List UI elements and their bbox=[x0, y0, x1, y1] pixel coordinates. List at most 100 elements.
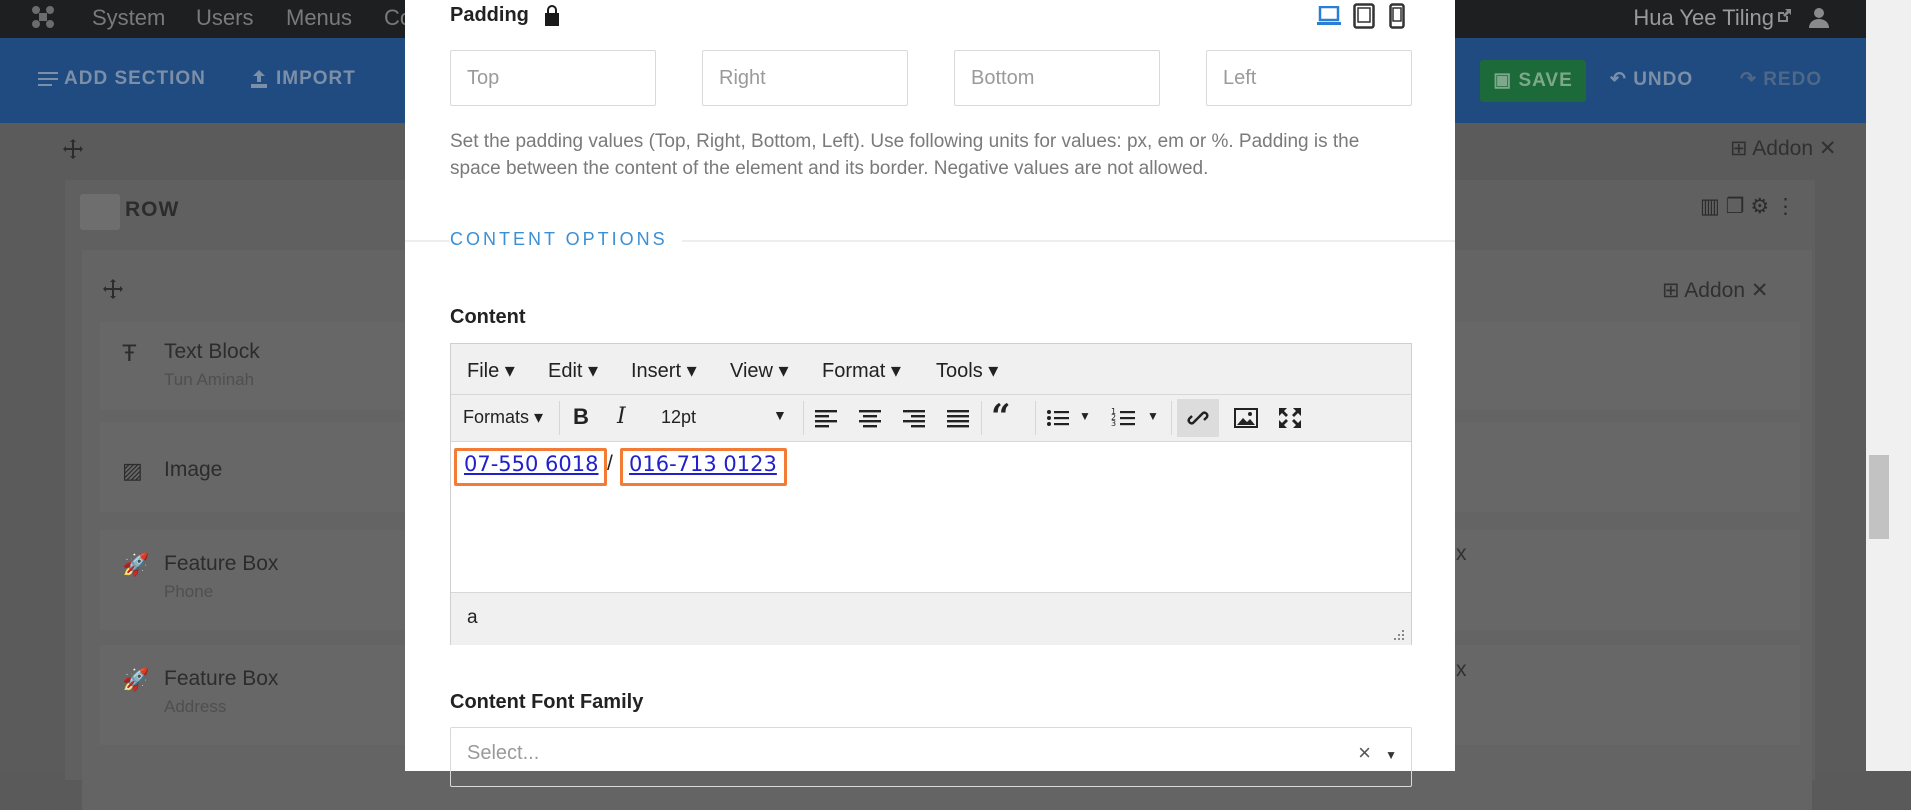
mobile-device-icon[interactable] bbox=[1389, 3, 1405, 29]
editor-toolbar: Formats ▾ B I 12pt ▼ “ ▼ 123 ▼ bbox=[451, 395, 1411, 442]
font-family-select[interactable]: Select... × ▼ bbox=[450, 727, 1412, 787]
section-addon-label: Addon bbox=[1752, 137, 1814, 160]
phone-separator: / bbox=[607, 452, 613, 475]
padding-label: Padding bbox=[450, 4, 529, 26]
menu-format[interactable]: Format ▾ bbox=[822, 358, 901, 383]
rocket-icon: 🚀 bbox=[122, 552, 150, 577]
section-addon-link[interactable]: ⊞ Addon ✕ bbox=[1730, 136, 1836, 161]
font-family-label: Content Font Family bbox=[450, 691, 644, 713]
formats-label: Formats bbox=[463, 407, 530, 427]
addon-subtitle: Tun Aminah bbox=[164, 370, 255, 389]
column-move-icon[interactable] bbox=[102, 278, 124, 300]
padding-left-input[interactable]: Left bbox=[1206, 50, 1412, 106]
svg-text:3: 3 bbox=[1111, 419, 1116, 428]
close-mark: x bbox=[1456, 542, 1467, 565]
align-left-icon[interactable] bbox=[813, 403, 839, 433]
undo-label: UNDO bbox=[1633, 69, 1694, 90]
row-actions-icons[interactable]: ▥ ❐ ⚙ ⋮ bbox=[1700, 194, 1796, 219]
redo-label: REDO bbox=[1763, 69, 1823, 90]
align-justify-icon[interactable] bbox=[945, 403, 971, 433]
phone-link-1[interactable]: 07-550 6018 bbox=[464, 452, 599, 476]
redo-button[interactable]: ↷ REDO bbox=[1740, 68, 1822, 91]
bold-icon[interactable]: B bbox=[573, 404, 589, 430]
toolbar-separator bbox=[1035, 401, 1036, 435]
row-move-handle[interactable] bbox=[80, 194, 120, 230]
fullscreen-icon[interactable] bbox=[1277, 403, 1303, 433]
bullet-list-icon[interactable] bbox=[1045, 403, 1071, 433]
import-button[interactable]: IMPORT bbox=[276, 68, 356, 90]
menu-tools[interactable]: Tools ▾ bbox=[936, 358, 998, 383]
page-scrollbar[interactable] bbox=[1866, 0, 1911, 771]
image-icon: ▨ bbox=[122, 458, 143, 483]
page-scrollbar-thumb[interactable] bbox=[1869, 455, 1889, 539]
menu-insert-label: Insert bbox=[631, 360, 682, 382]
toolbar-separator bbox=[1171, 401, 1172, 435]
padding-help-text: Set the padding values (Top, Right, Bott… bbox=[450, 131, 1360, 179]
align-center-icon[interactable] bbox=[857, 403, 883, 433]
text-block-icon: Ŧ bbox=[122, 340, 137, 367]
save-label: SAVE bbox=[1518, 70, 1573, 91]
menu-file-label: File bbox=[467, 360, 500, 382]
nav-users[interactable]: Users bbox=[196, 5, 253, 31]
align-right-icon[interactable] bbox=[901, 403, 927, 433]
italic-icon[interactable]: I bbox=[617, 404, 626, 429]
menu-format-label: Format bbox=[822, 360, 886, 382]
nav-system[interactable]: System bbox=[92, 5, 165, 31]
menu-edit-label: Edit bbox=[548, 360, 583, 382]
menu-view-label: View bbox=[730, 360, 773, 382]
formats-dropdown[interactable]: Formats ▾ bbox=[463, 407, 543, 428]
rich-text-editor: File ▾ Edit ▾ Insert ▾ View ▾ Format ▾ T… bbox=[450, 343, 1412, 645]
font-size-select[interactable]: 12pt bbox=[661, 407, 696, 428]
font-size-chevron-icon[interactable]: ▼ bbox=[773, 407, 787, 423]
addon-title: Feature Box bbox=[164, 552, 279, 575]
column-addon-link[interactable]: ⊞ Addon ✕ bbox=[1662, 278, 1768, 303]
save-icon: ▣ bbox=[1493, 70, 1519, 91]
addon-subtitle: Phone bbox=[164, 582, 214, 601]
add-section-button[interactable]: ADD SECTION bbox=[64, 68, 206, 90]
toolbar-separator bbox=[803, 401, 804, 435]
content-label: Content bbox=[450, 306, 526, 328]
addon-subtitle: Address bbox=[164, 697, 227, 716]
upload-icon bbox=[251, 70, 267, 88]
undo-button[interactable]: ↶ UNDO bbox=[1610, 68, 1693, 91]
content-options-heading: CONTENT OPTIONS bbox=[450, 229, 682, 250]
menu-view[interactable]: View ▾ bbox=[730, 358, 789, 383]
element-path[interactable]: a bbox=[467, 607, 478, 629]
font-family-placeholder: Select... bbox=[467, 742, 540, 764]
link-icon bbox=[1187, 411, 1209, 425]
menu-file[interactable]: File ▾ bbox=[467, 358, 515, 383]
joomla-logo-icon[interactable] bbox=[28, 2, 58, 32]
chevron-down-icon[interactable]: ▼ bbox=[1385, 748, 1397, 762]
menu-insert[interactable]: Insert ▾ bbox=[631, 358, 697, 383]
save-button[interactable]: ▣ SAVE bbox=[1480, 60, 1586, 102]
resize-handle-icon[interactable] bbox=[1393, 629, 1405, 641]
tablet-device-icon[interactable] bbox=[1353, 3, 1375, 29]
move-icon[interactable] bbox=[62, 138, 84, 160]
editor-content-area[interactable]: 07-550 6018 / 016-713 0123 bbox=[451, 442, 1411, 592]
padding-bottom-input[interactable]: Bottom bbox=[954, 50, 1160, 106]
clear-icon[interactable]: × bbox=[1358, 740, 1371, 766]
image-insert-icon[interactable] bbox=[1233, 403, 1259, 433]
column-addon-label: Addon bbox=[1684, 279, 1746, 302]
close-mark: x bbox=[1456, 658, 1467, 681]
padding-top-input[interactable]: Top bbox=[450, 50, 656, 106]
numbered-list-icon[interactable]: 123 bbox=[1111, 403, 1137, 433]
lock-icon[interactable] bbox=[543, 4, 561, 26]
bullet-list-chevron-icon[interactable]: ▼ bbox=[1079, 409, 1091, 423]
user-icon[interactable] bbox=[1806, 4, 1832, 30]
addon-settings-modal: Padding Top Right Bottom Left Set the pa… bbox=[405, 0, 1455, 787]
nav-menus[interactable]: Menus bbox=[286, 5, 352, 31]
padding-right-input[interactable]: Right bbox=[702, 50, 908, 106]
menu-tools-label: Tools bbox=[936, 360, 983, 382]
link-button-active[interactable] bbox=[1177, 399, 1219, 437]
blockquote-icon[interactable]: “ bbox=[991, 397, 1011, 437]
toolbar-separator bbox=[559, 401, 560, 435]
menu-edit[interactable]: Edit ▾ bbox=[548, 358, 598, 383]
phone-link-2[interactable]: 016-713 0123 bbox=[629, 452, 777, 476]
editor-statusbar: a bbox=[451, 592, 1411, 645]
addon-title: Feature Box bbox=[164, 667, 279, 690]
row-label: ROW bbox=[125, 198, 180, 221]
user-name-link[interactable]: Hua Yee Tiling bbox=[1633, 5, 1774, 31]
numbered-list-chevron-icon[interactable]: ▼ bbox=[1147, 409, 1159, 423]
desktop-device-icon[interactable] bbox=[1317, 6, 1341, 26]
